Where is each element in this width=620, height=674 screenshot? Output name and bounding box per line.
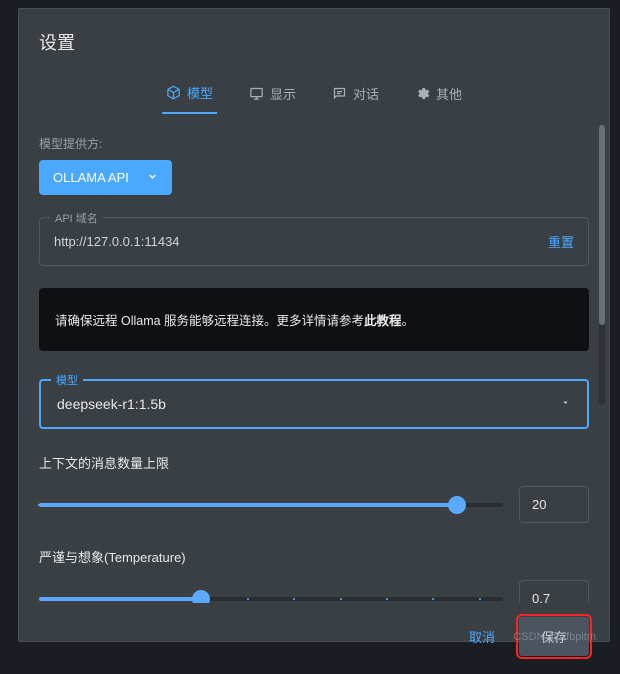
- notice-link[interactable]: 此教程: [364, 314, 402, 328]
- api-domain-input[interactable]: [54, 234, 538, 249]
- reset-link[interactable]: 重置: [548, 232, 574, 251]
- chat-icon: [332, 86, 347, 101]
- tab-display[interactable]: 显示: [245, 75, 300, 114]
- notice-text: 请确保远程 Ollama 服务能够远程连接。更多详情请参考: [55, 314, 364, 328]
- tab-dialog[interactable]: 对话: [328, 75, 383, 114]
- temperature-slider[interactable]: [39, 589, 503, 604]
- context-limit-group: 上下文的消息数量上限: [39, 453, 589, 523]
- modal-footer: 取消 保存: [19, 603, 609, 674]
- scrollbar[interactable]: [599, 125, 605, 405]
- modal-title: 设置: [19, 9, 609, 67]
- caret-down-icon: [560, 395, 571, 413]
- temperature-label: 严谨与想象(Temperature): [39, 547, 589, 566]
- model-select-label: 模型: [51, 372, 83, 388]
- api-domain-field: API 域名 重置: [39, 217, 589, 266]
- notice-suffix: 。: [402, 314, 415, 328]
- save-button[interactable]: 保存: [519, 617, 589, 656]
- model-select[interactable]: 模型 deepseek-r1:1.5b: [39, 379, 589, 429]
- chevron-down-icon: [147, 170, 158, 185]
- provider-dropdown[interactable]: OLLAMA API: [39, 160, 172, 195]
- temperature-group: 严谨与想象(Temperature) ✚ 严谨细致 ✦ 想象发散: [39, 547, 589, 603]
- model-select-value: deepseek-r1:1.5b: [57, 396, 166, 412]
- cancel-button[interactable]: 取消: [455, 617, 509, 656]
- tab-label: 对话: [353, 84, 379, 103]
- gear-icon: [415, 86, 430, 101]
- temperature-input[interactable]: [519, 580, 589, 603]
- context-limit-label: 上下文的消息数量上限: [39, 453, 589, 472]
- tab-model[interactable]: 模型: [162, 75, 217, 114]
- tab-bar: 模型 显示 对话 其他: [19, 75, 609, 115]
- remote-notice: 请确保远程 Ollama 服务能够远程连接。更多详情请参考此教程。: [39, 288, 589, 351]
- context-limit-slider[interactable]: [39, 495, 503, 515]
- tab-label: 显示: [270, 84, 296, 103]
- tab-other[interactable]: 其他: [411, 75, 466, 114]
- provider-label: 模型提供方:: [39, 135, 589, 152]
- api-domain-label: API 域名: [50, 210, 103, 226]
- context-limit-input[interactable]: [519, 486, 589, 523]
- settings-content: 模型提供方: OLLAMA API API 域名 重置 请确保远程 Ollama…: [19, 115, 609, 603]
- tab-label: 模型: [187, 83, 213, 102]
- monitor-icon: [249, 86, 264, 101]
- tab-label: 其他: [436, 84, 462, 103]
- settings-modal: 设置 模型 显示 对话 其他 模型提供方:: [18, 8, 610, 642]
- cube-icon: [166, 85, 181, 100]
- provider-value: OLLAMA API: [53, 170, 129, 185]
